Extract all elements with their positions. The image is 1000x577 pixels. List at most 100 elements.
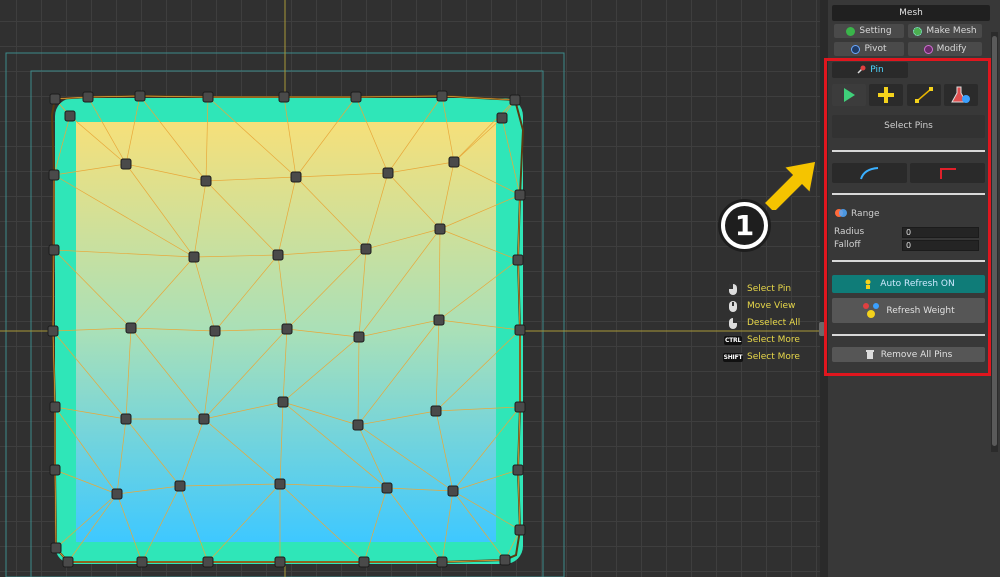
test-pin-tool-button[interactable] bbox=[944, 84, 978, 106]
panel-scrollbar-thumb[interactable] bbox=[992, 36, 997, 446]
mesh-pin[interactable] bbox=[125, 322, 137, 334]
mouse-middle-icon bbox=[727, 300, 739, 313]
hint-deselect-all: Deselect All bbox=[727, 316, 800, 330]
panel-collapse-handle[interactable] bbox=[819, 322, 825, 336]
radius-input[interactable]: 0 bbox=[902, 227, 979, 238]
panel-title: Mesh bbox=[832, 5, 990, 21]
mesh-pin[interactable] bbox=[209, 325, 221, 337]
select-tool-button[interactable] bbox=[832, 84, 866, 106]
tab-setting[interactable]: Setting bbox=[834, 24, 904, 38]
mesh-pin[interactable] bbox=[202, 556, 214, 568]
mesh-pin[interactable] bbox=[433, 314, 445, 326]
remove-all-pins-button[interactable]: Remove All Pins bbox=[832, 347, 985, 362]
mesh-pin[interactable] bbox=[381, 482, 393, 494]
mesh-pin[interactable] bbox=[48, 169, 60, 181]
mesh-pin[interactable] bbox=[514, 524, 526, 536]
mesh-pin[interactable] bbox=[353, 331, 365, 343]
curve-smooth-button[interactable] bbox=[832, 163, 907, 183]
mesh-pin[interactable] bbox=[274, 556, 286, 568]
hint-move-view: Move View bbox=[727, 299, 795, 313]
link-pin-tool-button[interactable] bbox=[907, 84, 941, 106]
mesh-pin[interactable] bbox=[512, 254, 524, 266]
pivot-icon bbox=[851, 44, 861, 54]
mesh-pin[interactable] bbox=[111, 488, 123, 500]
mesh-pin[interactable] bbox=[430, 405, 442, 417]
divider bbox=[832, 334, 985, 336]
link-line-icon bbox=[915, 87, 933, 103]
mesh-pin[interactable] bbox=[352, 419, 364, 431]
trash-icon bbox=[865, 350, 874, 359]
mesh-pin[interactable] bbox=[202, 91, 214, 103]
mesh-pin[interactable] bbox=[188, 251, 200, 263]
divider bbox=[832, 193, 985, 195]
mesh-pin[interactable] bbox=[350, 91, 362, 103]
mesh-pin[interactable] bbox=[49, 401, 61, 413]
mesh-pin[interactable] bbox=[120, 158, 132, 170]
mesh-pin[interactable] bbox=[290, 171, 302, 183]
mesh-pin[interactable] bbox=[134, 90, 146, 102]
mesh-pin[interactable] bbox=[358, 556, 370, 568]
mesh-pin[interactable] bbox=[62, 556, 74, 568]
mesh-pin[interactable] bbox=[49, 464, 61, 476]
editor-window: Select Pin Move View Deselect All CTRL S… bbox=[0, 0, 1000, 577]
mesh-pin[interactable] bbox=[120, 413, 132, 425]
mesh-pin[interactable] bbox=[360, 243, 372, 255]
mesh-pin[interactable] bbox=[47, 325, 59, 337]
mesh-pin[interactable] bbox=[436, 556, 448, 568]
add-pin-tool-button[interactable] bbox=[869, 84, 903, 106]
remove-all-label: Remove All Pins bbox=[880, 349, 953, 360]
panel-splitter[interactable] bbox=[820, 0, 828, 577]
corner-curve-icon bbox=[939, 168, 956, 179]
tab-modify[interactable]: Modify bbox=[908, 42, 982, 56]
tab-label: Modify bbox=[936, 44, 967, 54]
mesh-pin[interactable] bbox=[277, 396, 289, 408]
falloff-input[interactable]: 0 bbox=[902, 240, 979, 251]
mesh-viewport[interactable]: Select Pin Move View Deselect All CTRL S… bbox=[0, 0, 820, 577]
mesh-pin[interactable] bbox=[281, 323, 293, 335]
mesh-pin[interactable] bbox=[272, 249, 284, 261]
hint-ctrl-select-more: CTRL Select More bbox=[723, 333, 800, 347]
mesh-pin[interactable] bbox=[509, 94, 521, 106]
flask-icon bbox=[951, 86, 970, 103]
refresh-weight-button[interactable]: Refresh Weight bbox=[832, 298, 985, 323]
mesh-pin[interactable] bbox=[64, 110, 76, 122]
setting-icon bbox=[846, 26, 856, 36]
radius-label: Radius bbox=[834, 227, 865, 237]
mesh-pin[interactable] bbox=[274, 478, 286, 490]
mesh-pin[interactable] bbox=[382, 167, 394, 179]
mesh-pin[interactable] bbox=[200, 175, 212, 187]
mesh-pin[interactable] bbox=[48, 244, 60, 256]
mesh-pin[interactable] bbox=[434, 223, 446, 235]
mesh-pin[interactable] bbox=[198, 413, 210, 425]
tab-pin[interactable]: Pin bbox=[832, 62, 908, 78]
mesh-pin[interactable] bbox=[136, 556, 148, 568]
mesh-pin[interactable] bbox=[514, 401, 526, 413]
mesh-pin[interactable] bbox=[174, 480, 186, 492]
mesh-pin[interactable] bbox=[514, 324, 526, 336]
tab-make-mesh[interactable]: Make Mesh bbox=[908, 24, 982, 38]
shift-key-icon: SHIFT bbox=[722, 352, 744, 362]
callout-arrow-icon bbox=[762, 160, 817, 210]
range-label: Range bbox=[851, 209, 880, 219]
tab-label: Setting bbox=[859, 26, 892, 36]
falloff-label: Falloff bbox=[834, 240, 861, 250]
auto-refresh-toggle[interactable]: Auto Refresh ON bbox=[832, 275, 985, 293]
mesh-pin[interactable] bbox=[499, 554, 511, 566]
hint-label: Select More bbox=[747, 352, 800, 362]
mesh-pin[interactable] bbox=[50, 542, 62, 554]
tab-pivot[interactable]: Pivot bbox=[834, 42, 904, 56]
mesh-canvas[interactable] bbox=[0, 0, 820, 577]
make-mesh-icon bbox=[913, 26, 923, 36]
mesh-pin[interactable] bbox=[82, 91, 94, 103]
mesh-pin[interactable] bbox=[436, 90, 448, 102]
divider bbox=[832, 150, 985, 152]
curve-corner-button[interactable] bbox=[910, 163, 985, 183]
mesh-pin[interactable] bbox=[512, 464, 524, 476]
mesh-pin[interactable] bbox=[49, 93, 61, 105]
mesh-pin[interactable] bbox=[514, 189, 526, 201]
hint-label: Move View bbox=[747, 301, 796, 311]
mesh-pin[interactable] bbox=[448, 156, 460, 168]
mesh-pin[interactable] bbox=[447, 485, 459, 497]
mesh-pin[interactable] bbox=[496, 112, 508, 124]
mesh-pin[interactable] bbox=[278, 91, 290, 103]
